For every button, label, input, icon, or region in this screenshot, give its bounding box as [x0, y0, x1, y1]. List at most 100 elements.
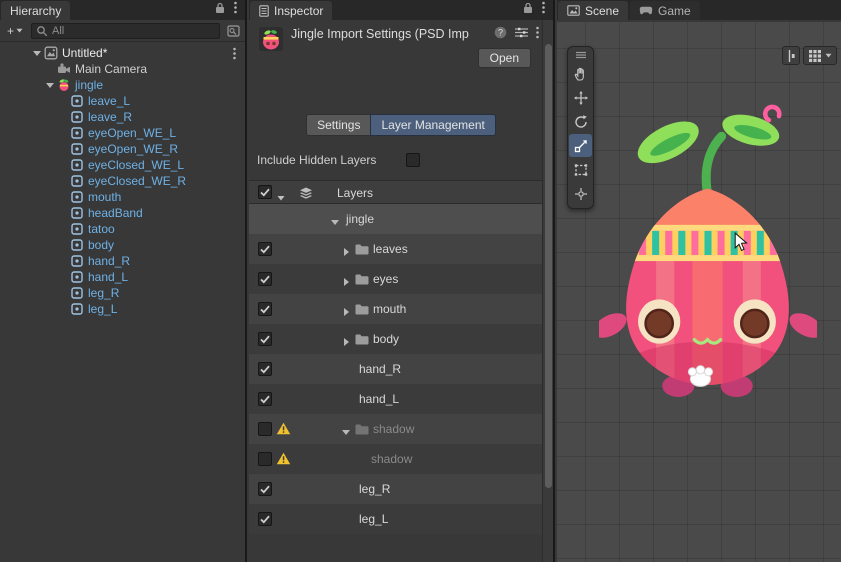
hierarchy-item-hand_L[interactable]: hand_L [0, 269, 245, 285]
hierarchy-search-input[interactable] [52, 24, 215, 37]
kebab-menu-icon[interactable] [536, 26, 539, 42]
tab-layer-management[interactable]: Layer Management [370, 114, 496, 136]
tab-scene[interactable]: Scene [558, 1, 629, 20]
create-object-button[interactable]: + [4, 24, 26, 38]
kebab-menu-icon[interactable] [234, 1, 237, 17]
hierarchy-item-eyeOpen_WE_R[interactable]: eyeOpen_WE_R [0, 141, 245, 157]
hierarchy-item-Main-Camera[interactable]: Main Camera [0, 61, 245, 77]
layer-table: Layers jingle leaves eyes mouth body hand_Rha… [249, 180, 542, 534]
hierarchy-item-hand_R[interactable]: hand_R [0, 253, 245, 269]
expand-toggle-icon[interactable] [342, 425, 350, 439]
tab-inspector[interactable]: Inspector [250, 1, 333, 20]
layer-row-mouth[interactable]: mouth [249, 294, 542, 324]
layer-row-leg_L[interactable]: leg_L [249, 504, 542, 534]
hierarchy-item-leave_R[interactable]: leave_R [0, 109, 245, 125]
hierarchy-item-jingle[interactable]: jingle [0, 77, 245, 93]
include-hidden-layers-row: Include Hidden Layers [257, 153, 553, 167]
layer-rows: jingle leaves eyes mouth body hand_R hand_L sha… [249, 204, 542, 534]
layer-checkbox[interactable] [258, 272, 272, 286]
rect-icon [574, 163, 587, 176]
layer-checkbox[interactable] [258, 302, 272, 316]
layer-row-jingle[interactable]: jingle [249, 204, 542, 234]
layer-table-header: Layers [249, 180, 542, 204]
layer-checkbox[interactable] [258, 392, 272, 406]
grid-axis-icon[interactable] [782, 46, 800, 65]
expand-toggle-icon[interactable] [342, 305, 350, 319]
hand-tool[interactable] [569, 62, 592, 85]
layer-row-leg_R[interactable]: leg_R [249, 474, 542, 504]
scene-canvas[interactable] [557, 22, 841, 562]
layer-row-body[interactable]: body [249, 324, 542, 354]
rotate-tool[interactable] [569, 110, 592, 133]
hierarchy-item-body[interactable]: body [0, 237, 245, 253]
hierarchy-search[interactable] [31, 22, 220, 39]
layer-checkbox[interactable] [258, 452, 272, 466]
hierarchy-item-eyeOpen_WE_L[interactable]: eyeOpen_WE_L [0, 125, 245, 141]
layer-checkbox[interactable] [258, 482, 272, 496]
hierarchy-item-headBand[interactable]: headBand [0, 205, 245, 221]
caret-down-icon [16, 28, 23, 33]
psd-icon [56, 78, 71, 92]
hierarchy-item-eyeClosed_WE_L[interactable]: eyeClosed_WE_L [0, 157, 245, 173]
hierarchy-item-mouth[interactable]: mouth [0, 189, 245, 205]
grid-icon [809, 49, 821, 62]
layer-checkbox[interactable] [258, 362, 272, 376]
hierarchy-item-leg_R[interactable]: leg_R [0, 285, 245, 301]
layer-row-leaves[interactable]: leaves [249, 234, 542, 264]
tab-hierarchy[interactable]: Hierarchy [1, 1, 71, 20]
layer-row-hand_L[interactable]: hand_L [249, 384, 542, 414]
expand-toggle-icon[interactable] [342, 245, 350, 259]
transform-tool[interactable] [569, 182, 592, 205]
layer-row-hand_R[interactable]: hand_R [249, 354, 542, 384]
expand-toggle-icon[interactable] [43, 81, 56, 89]
tab-hierarchy-label: Hierarchy [10, 3, 62, 18]
folder-icon [355, 274, 369, 288]
layer-name: jingle [346, 212, 375, 226]
layer-checkbox[interactable] [258, 422, 272, 436]
hierarchy-item-label: leave_R [88, 110, 133, 124]
expand-toggle-icon[interactable] [342, 275, 350, 289]
move-tool[interactable] [569, 86, 592, 109]
kebab-menu-icon[interactable] [542, 1, 545, 17]
jingle-character[interactable] [593, 98, 823, 403]
all-layers-checkbox[interactable] [258, 185, 272, 199]
layer-row-shadow[interactable]: shadow [249, 414, 542, 444]
open-button[interactable]: Open [477, 48, 531, 68]
lock-icon[interactable] [523, 2, 533, 17]
tab-game[interactable]: Game [630, 1, 700, 20]
hierarchy-item-leave_L[interactable]: leave_L [0, 93, 245, 109]
game-view-icon [639, 6, 653, 15]
scrollbar-thumb[interactable] [545, 44, 552, 488]
layer-row-eyes[interactable]: eyes [249, 264, 542, 294]
rect-tool[interactable] [569, 158, 592, 181]
scale-tool[interactable] [569, 134, 592, 157]
hierarchy-item-tatoo[interactable]: tatoo [0, 221, 245, 237]
hierarchy-item-Untitled-[interactable]: Untitled* [0, 45, 245, 61]
help-icon[interactable]: ? [494, 26, 507, 42]
expand-toggle-icon[interactable] [342, 335, 350, 349]
lock-icon[interactable] [215, 2, 225, 17]
tab-settings[interactable]: Settings [306, 114, 371, 136]
layer-name: hand_R [359, 362, 402, 376]
inspector-icon [259, 4, 269, 17]
layer-checkbox[interactable] [258, 242, 272, 256]
expand-toggle-icon[interactable] [30, 49, 43, 57]
presets-icon[interactable] [515, 27, 528, 41]
hierarchy-item-eyeClosed_WE_R[interactable]: eyeClosed_WE_R [0, 173, 245, 189]
expand-toggle-icon[interactable] [331, 215, 339, 229]
layer-checkbox[interactable] [258, 332, 272, 346]
include-hidden-layers-label: Include Hidden Layers [257, 153, 377, 167]
tool-strip-handle-icon[interactable] [568, 49, 593, 61]
sprite-icon [69, 254, 84, 268]
search-filter-icon[interactable] [225, 23, 241, 39]
hierarchy-item-leg_L[interactable]: leg_L [0, 301, 245, 317]
grid-snapping-dropdown[interactable] [803, 46, 837, 65]
hierarchy-item-label: jingle [75, 78, 104, 92]
hierarchy-item-label: headBand [88, 206, 143, 220]
checkbox-dropdown-icon[interactable] [277, 190, 285, 204]
layer-row-shadow-child[interactable]: shadow [249, 444, 542, 474]
include-hidden-layers-checkbox[interactable] [406, 153, 420, 167]
inspector-scrollbar[interactable] [542, 20, 553, 562]
layer-checkbox[interactable] [258, 512, 272, 526]
layer-name: leg_R [359, 482, 391, 496]
